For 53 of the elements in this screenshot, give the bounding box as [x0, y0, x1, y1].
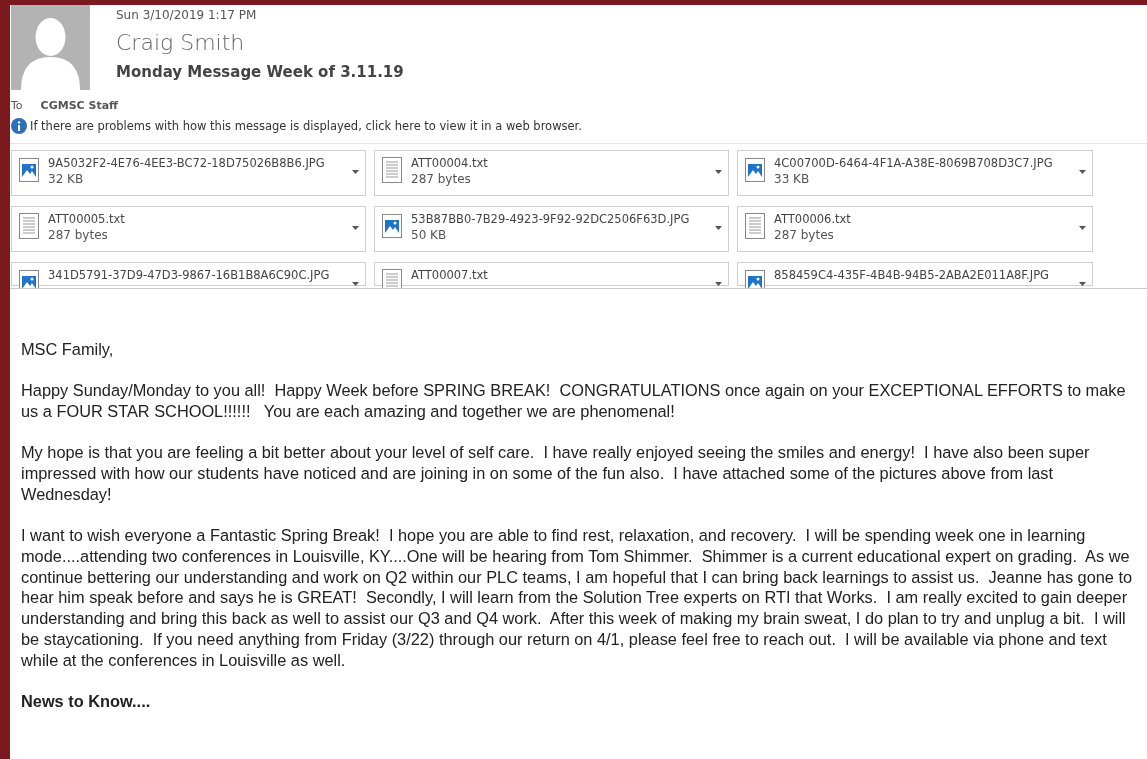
caret-icon[interactable]	[1079, 226, 1086, 230]
image-file-icon	[745, 158, 765, 182]
body-paragraph: Happy Sunday/Monday to you all! Happy Week before SPRING BREAK! CONGRATULATIONS once again on your EXCEPTIONAL EFFORTS to make us a FOUR STAR SCHOOL!!!!!! You are each amazing and together we are phenomenal!	[21, 380, 1127, 422]
attachment-card[interactable]: 53B87BB0-7B29-4923-9F92-92DC2506F63D.JPG 50 KB	[374, 206, 729, 252]
caret-icon[interactable]	[1079, 282, 1086, 286]
attachment-name: ATT00005.txt	[48, 212, 126, 226]
image-file-icon	[382, 214, 402, 238]
attachment-name: ATT00006.txt	[774, 212, 852, 226]
attachment-size: 33 KB	[774, 172, 811, 186]
body-paragraph: MSC Family,	[21, 339, 115, 360]
attachment-name: 341D5791-37D9-47D3-9867-16B1B8A6C90C.JPG	[48, 268, 331, 282]
attachment-name: ATT00007.txt	[411, 268, 489, 282]
sent-date: Sun 3/10/2019 1:17 PM	[116, 8, 258, 22]
attachment-card[interactable]: ATT00006.txt 287 bytes	[737, 206, 1093, 252]
attachment-card[interactable]: 858459C4-435F-4B4B-94B5-2ABA2E011A8F.JPG	[737, 262, 1093, 286]
image-file-icon	[19, 270, 39, 288]
caret-icon[interactable]	[352, 226, 359, 230]
caret-icon[interactable]	[715, 226, 722, 230]
info-bar-text[interactable]: If there are problems with how this message is displayed, click here to view it in a web browser.	[30, 119, 582, 133]
caret-icon[interactable]	[715, 170, 722, 174]
attachment-card[interactable]: 9A5032F2-4E76-4EE3-BC72-18D75026B8B6.JPG 32 KB	[11, 150, 366, 196]
body-paragraph: I want to wish everyone a Fantastic Spring Break! I hope you are able to find rest, relaxation, and recovery. I will be spending week one in learning mode....attending two conferences in Louisville, KY....One will be hearing from Tom Shimmer. Shimmer is a current educational expert on grading. As we continue bettering our understanding and work on Q2 within our PLC teams, I am hopeful that I can bring back learnings to assist us. Jeanne has gone to hear him speak before and says he is GREAT! Secondly, I will learn from the Solution Tree experts on RTI that Works. I am really excited to gain deeper understanding and bring this back as well to assist our Q3 and Q4 work. After this week of making my brain sweat, I do plan to try and unplug a bit. I will be staycationing. If you need anything from Friday (3/22) through our return on 4/1, please feel free to reach out. I will be available via phone and text while at the conferences in Louisville as well.	[21, 525, 1133, 671]
text-file-icon	[382, 157, 402, 183]
attachment-size: 287 bytes	[774, 228, 835, 242]
attachment-name: 858459C4-435F-4B4B-94B5-2ABA2E011A8F.JPG	[774, 268, 1050, 282]
attachment-size: 50 KB	[411, 228, 448, 242]
image-file-icon	[19, 158, 39, 182]
attachment-name: 9A5032F2-4E76-4EE3-BC72-18D75026B8B6.JPG	[48, 156, 326, 170]
caret-icon[interactable]	[1079, 170, 1086, 174]
message-subject: Monday Message Week of 3.11.19	[116, 63, 404, 81]
text-file-icon	[19, 213, 39, 239]
attachment-card[interactable]: ATT00004.txt 287 bytes	[374, 150, 729, 196]
attachment-card[interactable]: ATT00005.txt 287 bytes	[11, 206, 366, 252]
attachment-card[interactable]: 4C00700D-6464-4F1A-A38E-8069B708D3C7.JPG 33 KB	[737, 150, 1093, 196]
image-file-icon	[745, 270, 765, 288]
to-label: To	[11, 99, 23, 112]
text-file-icon	[745, 213, 765, 239]
attachment-size: 32 KB	[48, 172, 85, 186]
attachment-name: 4C00700D-6464-4F1A-A38E-8069B708D3C7.JPG	[774, 156, 1054, 170]
attachment-name: ATT00004.txt	[411, 156, 489, 170]
caret-icon[interactable]	[715, 282, 722, 286]
caret-icon[interactable]	[352, 282, 359, 286]
recipient: CGMSC Staff	[40, 99, 118, 112]
attachment-card[interactable]: 341D5791-37D9-47D3-9867-16B1B8A6C90C.JPG	[11, 262, 366, 286]
attachment-size: 287 bytes	[411, 172, 472, 186]
attachment-name: 53B87BB0-7B29-4923-9F92-92DC2506F63D.JPG	[411, 212, 691, 226]
attachment-card[interactable]: ATT00007.txt	[374, 262, 729, 286]
sender-name: Craig Smith	[116, 30, 246, 55]
section-heading: News to Know....	[21, 690, 152, 712]
text-file-icon	[382, 269, 402, 288]
caret-icon[interactable]	[352, 170, 359, 174]
attachment-size: 287 bytes	[48, 228, 109, 242]
body-paragraph: My hope is that you are feeling a bit better about your level of self care. I have really enjoyed seeing the smiles and energy! I have also been super impressed with how our students have noticed and are joining in on some of the fun also. I have attached some of the pictures above from last Wednesday!	[21, 442, 1091, 505]
